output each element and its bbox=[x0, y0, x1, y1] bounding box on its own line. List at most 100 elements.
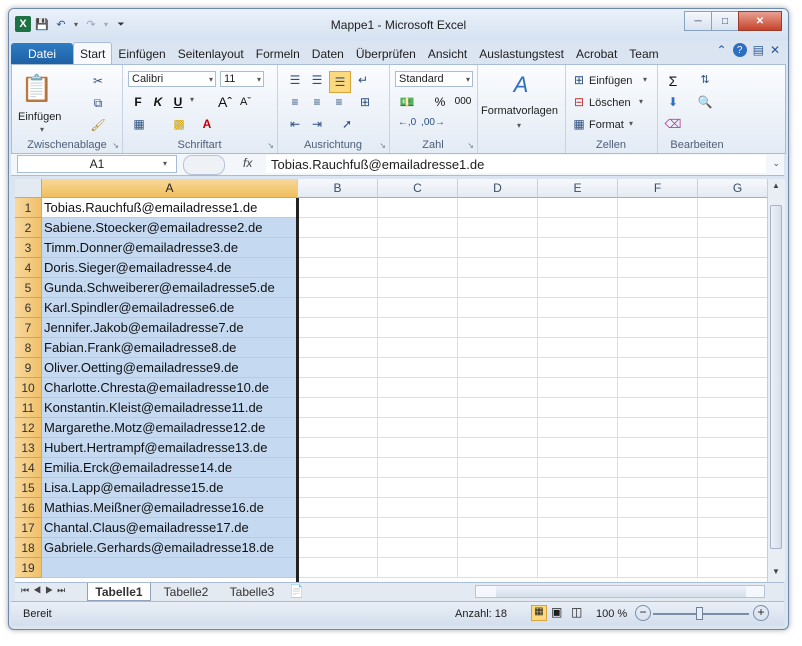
align-center-icon[interactable]: ≡ bbox=[309, 95, 325, 109]
cell-empty[interactable] bbox=[378, 298, 458, 318]
cell-empty[interactable] bbox=[378, 378, 458, 398]
scroll-down-icon[interactable]: ▼ bbox=[770, 567, 782, 577]
row-header[interactable]: 3 bbox=[15, 238, 42, 258]
tab-load-test[interactable]: Auslastungstest bbox=[473, 43, 570, 65]
cell-empty[interactable] bbox=[458, 518, 538, 538]
page-break-view-icon[interactable]: ◫ bbox=[571, 605, 582, 619]
cell-empty[interactable] bbox=[458, 218, 538, 238]
number-launcher-icon[interactable]: ↘ bbox=[467, 141, 474, 150]
cell-empty[interactable] bbox=[298, 438, 378, 458]
cell-empty[interactable] bbox=[378, 438, 458, 458]
name-box-dropdown-icon[interactable]: ▾ bbox=[163, 159, 167, 168]
column-header-b[interactable]: B bbox=[298, 179, 378, 198]
cell-empty[interactable] bbox=[698, 418, 767, 438]
cell-empty[interactable] bbox=[698, 198, 767, 218]
delete-cells-button[interactable]: Löschen bbox=[589, 97, 631, 109]
cell-empty[interactable] bbox=[458, 558, 538, 578]
cell-empty[interactable] bbox=[378, 198, 458, 218]
align-bottom-icon[interactable]: ☰ bbox=[329, 71, 351, 93]
cell-empty[interactable] bbox=[538, 398, 618, 418]
cell-empty[interactable] bbox=[538, 338, 618, 358]
sheet-tab-tabelle1[interactable]: Tabelle1 bbox=[87, 583, 151, 601]
cell-empty[interactable] bbox=[378, 258, 458, 278]
row-header[interactable]: 7 bbox=[15, 318, 42, 338]
cell-empty[interactable] bbox=[378, 538, 458, 558]
italic-button[interactable]: K bbox=[150, 95, 166, 109]
underline-button[interactable]: U bbox=[170, 95, 186, 109]
copy-icon[interactable]: ⧉ bbox=[90, 95, 106, 111]
cell-empty[interactable] bbox=[298, 558, 378, 578]
font-name-dropdown-icon[interactable]: ▾ bbox=[209, 75, 213, 84]
cell-empty[interactable] bbox=[298, 298, 378, 318]
format-cells-dropdown-icon[interactable]: ▾ bbox=[629, 119, 633, 128]
decrease-indent-icon[interactable]: ⇤ bbox=[287, 117, 303, 131]
sheet-tab-tabelle2[interactable]: Tabelle2 bbox=[155, 583, 217, 600]
cell-empty[interactable] bbox=[618, 478, 698, 498]
thousands-separator-button[interactable]: 000 bbox=[453, 96, 473, 107]
cell-empty[interactable] bbox=[538, 418, 618, 438]
cell-a[interactable]: Gunda.Schweiberer@emailadresse5.de bbox=[42, 278, 298, 298]
cell-empty[interactable] bbox=[298, 258, 378, 278]
horizontal-scroll-thumb[interactable] bbox=[496, 586, 746, 597]
find-select-icon[interactable]: 🔍 bbox=[697, 95, 713, 109]
cell-empty[interactable] bbox=[378, 218, 458, 238]
cell-a[interactable]: Timm.Donner@emailadresse3.de bbox=[42, 238, 298, 258]
zoom-out-icon[interactable]: − bbox=[635, 605, 651, 621]
normal-view-icon[interactable]: ▦ bbox=[531, 605, 547, 621]
cell-empty[interactable] bbox=[378, 498, 458, 518]
wrap-text-icon[interactable]: ↵ bbox=[355, 73, 371, 87]
percent-button[interactable]: % bbox=[433, 95, 447, 109]
cell-a[interactable] bbox=[42, 558, 298, 578]
column-header-d[interactable]: D bbox=[458, 179, 538, 198]
cell-empty[interactable] bbox=[698, 278, 767, 298]
cell-empty[interactable] bbox=[378, 278, 458, 298]
tab-view[interactable]: Ansicht bbox=[422, 43, 473, 65]
cell-empty[interactable] bbox=[698, 298, 767, 318]
cell-a[interactable]: Jennifer.Jakob@emailadresse7.de bbox=[42, 318, 298, 338]
minimize-ribbon-icon[interactable]: ⌃ bbox=[717, 43, 727, 57]
cell-empty[interactable] bbox=[378, 518, 458, 538]
row-header[interactable]: 11 bbox=[15, 398, 42, 418]
row-header[interactable]: 4 bbox=[15, 258, 42, 278]
cell-a[interactable]: Charlotte.Chresta@emailadresse10.de bbox=[42, 378, 298, 398]
help-icon[interactable]: ? bbox=[732, 43, 747, 57]
insert-cells-dropdown-icon[interactable]: ▾ bbox=[643, 75, 647, 84]
cell-empty[interactable] bbox=[618, 398, 698, 418]
cell-empty[interactable] bbox=[698, 358, 767, 378]
decrease-decimal-icon[interactable]: ,00→ bbox=[421, 117, 445, 128]
cell-empty[interactable] bbox=[298, 518, 378, 538]
row-header[interactable]: 6 bbox=[15, 298, 42, 318]
cell-empty[interactable] bbox=[698, 458, 767, 478]
cell-empty[interactable] bbox=[698, 518, 767, 538]
cell-empty[interactable] bbox=[298, 218, 378, 238]
row-header[interactable]: 1 bbox=[15, 198, 42, 218]
cell-empty[interactable] bbox=[538, 238, 618, 258]
cell-empty[interactable] bbox=[698, 498, 767, 518]
cell-empty[interactable] bbox=[538, 258, 618, 278]
cell-empty[interactable] bbox=[618, 538, 698, 558]
cell-empty[interactable] bbox=[298, 198, 378, 218]
font-launcher-icon[interactable]: ↘ bbox=[267, 141, 274, 150]
underline-dropdown-icon[interactable]: ▾ bbox=[190, 95, 194, 104]
cell-empty[interactable] bbox=[458, 418, 538, 438]
bold-button[interactable]: F bbox=[130, 95, 146, 109]
cell-empty[interactable] bbox=[298, 318, 378, 338]
expand-formula-bar-icon[interactable]: ⌄ bbox=[772, 158, 780, 169]
insert-function-button[interactable]: fx bbox=[243, 156, 252, 170]
row-header[interactable]: 18 bbox=[15, 538, 42, 558]
cell-empty[interactable] bbox=[298, 338, 378, 358]
select-all-corner[interactable] bbox=[15, 179, 42, 198]
format-painter-icon[interactable]: 🖌 bbox=[90, 117, 106, 133]
cell-empty[interactable] bbox=[698, 478, 767, 498]
column-header-c[interactable]: C bbox=[378, 179, 458, 198]
cell-a[interactable]: Chantal.Claus@emailadresse17.de bbox=[42, 518, 298, 538]
cell-empty[interactable] bbox=[618, 378, 698, 398]
cell-empty[interactable] bbox=[378, 458, 458, 478]
row-header[interactable]: 9 bbox=[15, 358, 42, 378]
row-header[interactable]: 14 bbox=[15, 458, 42, 478]
alignment-launcher-icon[interactable]: ↘ bbox=[379, 141, 386, 150]
cell-empty[interactable] bbox=[618, 198, 698, 218]
cell-empty[interactable] bbox=[538, 218, 618, 238]
styles-icon[interactable]: A bbox=[507, 71, 535, 99]
tab-page-layout[interactable]: Seitenlayout bbox=[172, 43, 250, 65]
